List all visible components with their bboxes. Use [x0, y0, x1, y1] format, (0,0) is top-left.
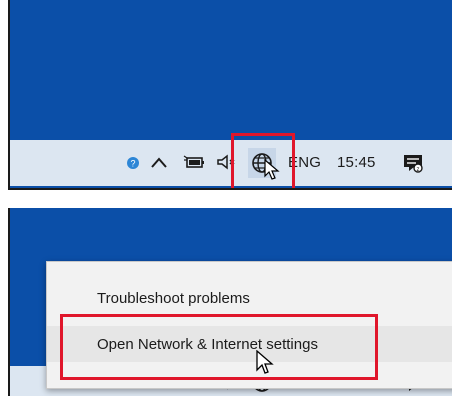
action-center-icon[interactable]: z — [400, 150, 426, 176]
battery-icon[interactable] — [181, 152, 207, 172]
desktop-bottom: Troubleshoot problems Open Network & Int… — [8, 208, 452, 396]
mouse-cursor — [256, 350, 274, 374]
open-settings-highlight — [60, 314, 378, 380]
help-icon[interactable]: ? — [126, 156, 140, 170]
chevron-up-icon[interactable] — [149, 152, 169, 172]
clock[interactable]: 15:45 — [337, 154, 376, 171]
menu-item-troubleshoot[interactable]: Troubleshoot problems — [47, 280, 452, 316]
desktop-top: ? ENG 15:45 z — [8, 0, 452, 190]
svg-text:?: ? — [130, 159, 135, 169]
menu-item-label: Troubleshoot problems — [97, 289, 250, 307]
network-icon-highlight — [231, 133, 295, 188]
svg-text:z: z — [417, 167, 420, 173]
